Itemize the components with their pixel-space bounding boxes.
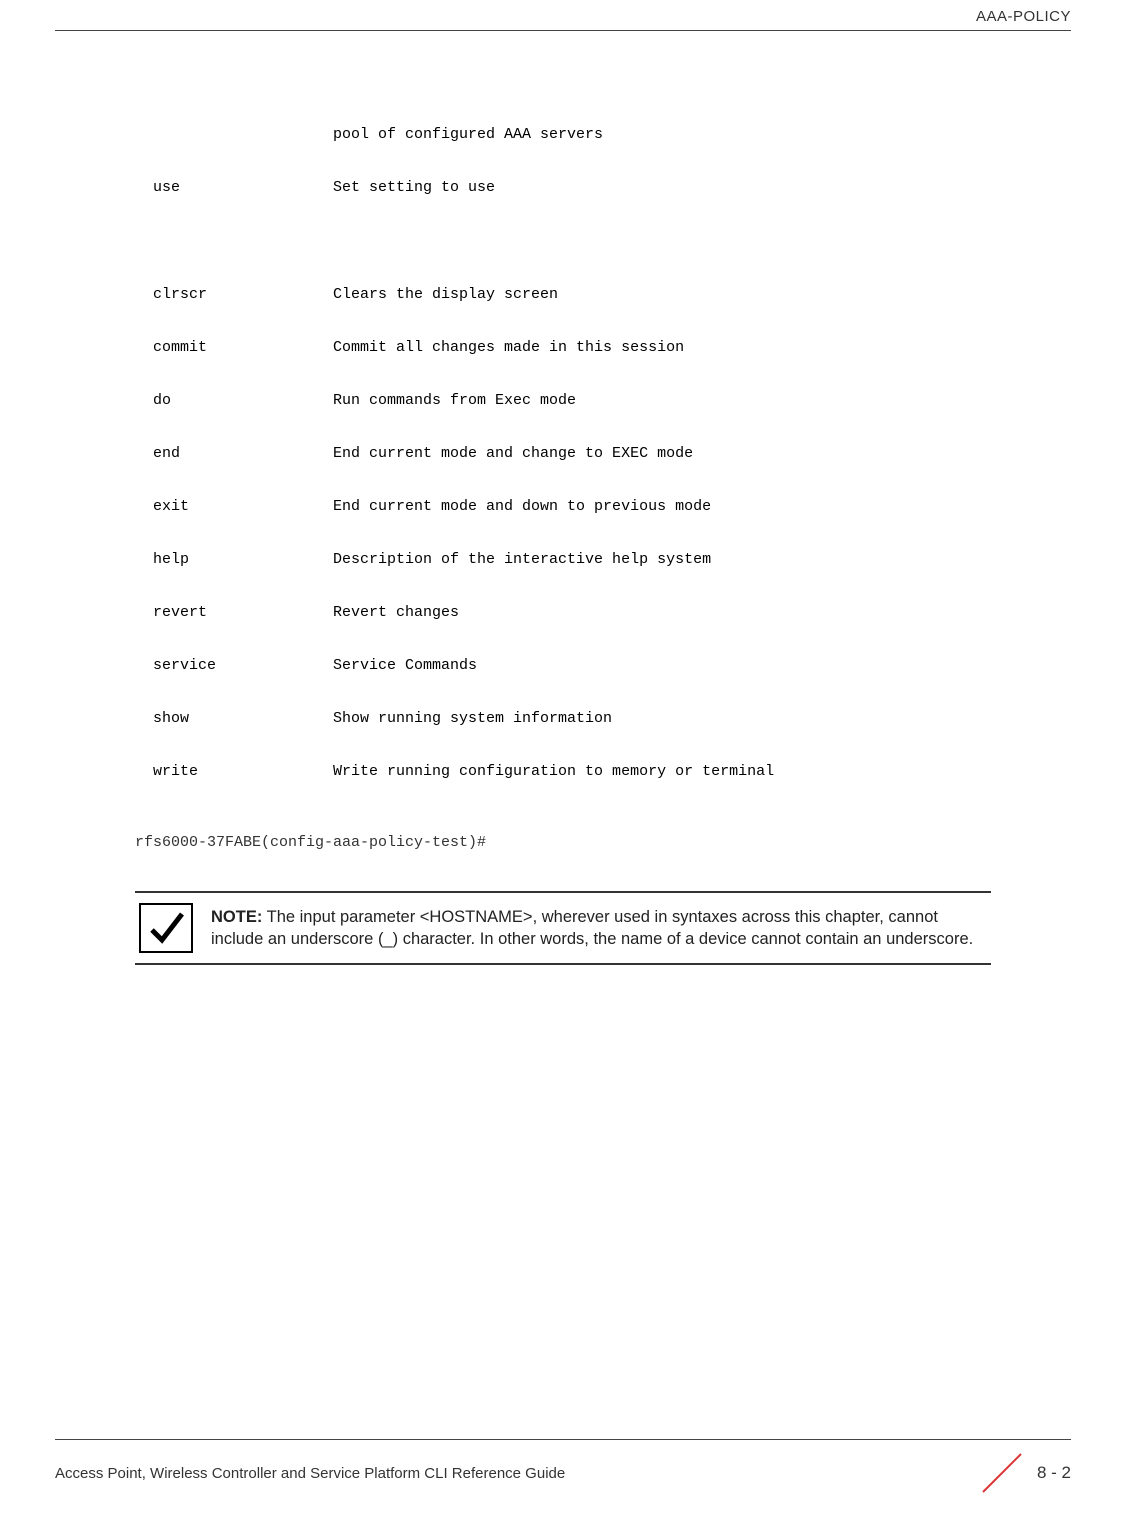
cmd-name: use [153,179,333,197]
header-rule [55,30,1071,31]
cmd-name: show [153,710,333,728]
page-number: 8 - 2 [1037,1463,1071,1483]
cmd-name: clrscr [153,286,333,304]
cmd-name: do [153,392,333,410]
cmd-desc: Write running configuration to memory or… [333,763,774,780]
checkmark-icon [139,903,193,953]
footer-title: Access Point, Wireless Controller and Se… [55,1465,565,1482]
cmd-name: write [153,763,333,781]
page-footer: Access Point, Wireless Controller and Se… [55,1439,1071,1496]
note-block: NOTE: The input parameter <HOSTNAME>, wh… [135,891,991,965]
cmd-desc: Run commands from Exec mode [333,392,576,409]
cmd-desc: Revert changes [333,604,459,621]
note-label: NOTE: [211,908,262,926]
cli-prompt: rfs6000-37FABE(config-aaa-policy-test)# [135,834,1071,851]
cmd-name: commit [153,339,333,357]
cmd-name: revert [153,604,333,622]
cmd-desc: End current mode and down to previous mo… [333,498,711,515]
page: AAA-POLICY pool of configured AAA server… [0,0,1126,1516]
page-header: AAA-POLICY [55,0,1071,31]
note-bottom-rule [135,963,991,965]
cli-help-block: pool of configured AAA servers useSet se… [135,91,1071,816]
cmd-name: service [153,657,333,675]
header-section-label: AAA-POLICY [976,8,1071,25]
cmd-desc: Set setting to use [333,179,495,196]
cmd-desc: Service Commands [333,657,477,674]
page-corner-icon [979,1450,1025,1496]
footer-rule [55,1439,1071,1440]
cmd-desc: Description of the interactive help syst… [333,551,711,568]
cmd-desc: Show running system information [333,710,612,727]
pre-desc: pool of configured AAA servers [333,126,603,143]
cmd-name: help [153,551,333,569]
note-text: NOTE: The input parameter <HOSTNAME>, wh… [211,906,991,951]
note-body-text: The input parameter <HOSTNAME>, wherever… [211,908,973,948]
cmd-name: end [153,445,333,463]
cmd-name: exit [153,498,333,516]
cmd-desc: End current mode and change to EXEC mode [333,445,693,462]
cmd-desc: Clears the display screen [333,286,558,303]
cmd-desc: Commit all changes made in this session [333,339,684,356]
